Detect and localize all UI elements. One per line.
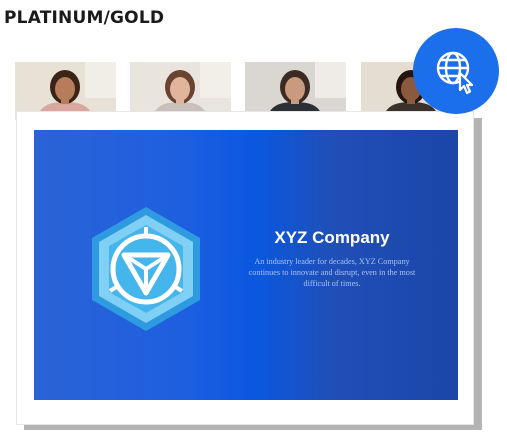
presentation-slide: XYZ Company An industry leader for decad…	[34, 130, 458, 400]
company-logo	[92, 207, 200, 331]
company-tagline: An industry leader for decades, XYZ Comp…	[248, 257, 416, 288]
company-name: XYZ Company	[274, 228, 390, 247]
globe-cursor-icon	[436, 51, 474, 95]
page-title: PLATINUM/GOLD	[4, 8, 165, 28]
web-access-badge[interactable]	[413, 28, 499, 114]
